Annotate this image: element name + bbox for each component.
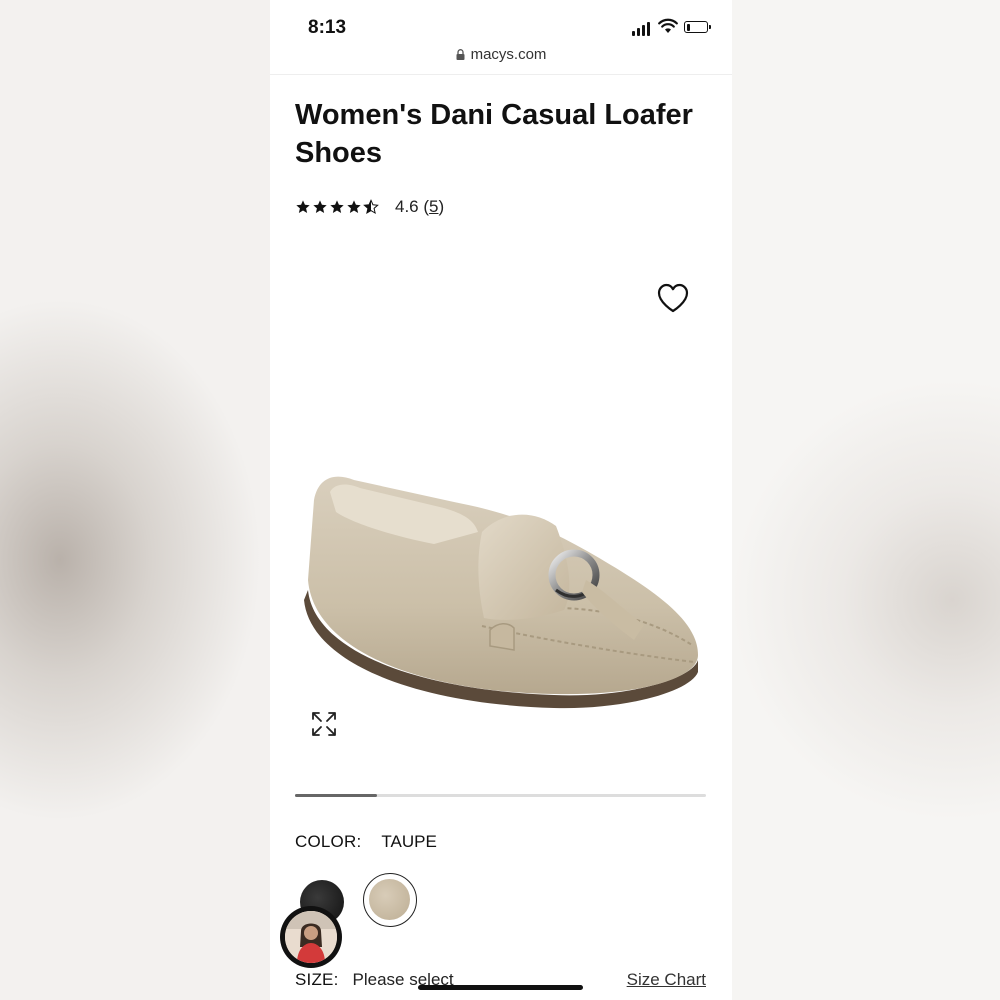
color-selector-heading: COLOR: TAUPE [295, 832, 437, 852]
heart-icon[interactable] [656, 282, 690, 314]
half-star-icon [363, 199, 379, 215]
status-time: 8:13 [308, 17, 347, 38]
color-swatch-taupe[interactable] [363, 873, 417, 927]
color-label: COLOR: [295, 832, 362, 851]
lock-icon [456, 49, 465, 60]
star-rating [295, 199, 379, 215]
url-text: macys.com [470, 46, 547, 63]
background-right [732, 0, 1000, 1000]
phone-screen: 8:13 macys.com Women's Dani Casual Loafe… [270, 0, 732, 1000]
battery-level [686, 23, 691, 31]
home-indicator[interactable] [418, 985, 583, 990]
star-icon [296, 200, 310, 213]
wifi-icon [658, 18, 678, 33]
color-swatch-taupe-fill [369, 879, 410, 920]
cellular-signal-icon [632, 22, 652, 36]
expand-icon[interactable] [310, 710, 338, 738]
review-count-link[interactable]: (5) [419, 197, 444, 217]
product-image[interactable] [294, 440, 708, 760]
rating-summary[interactable]: 4.6 (5) [295, 196, 444, 218]
avatar-photo [285, 911, 337, 963]
product-title: Women's Dani Casual Loafer Shoes [295, 99, 693, 169]
avatar[interactable] [280, 906, 342, 968]
size-label: SIZE: [295, 970, 339, 989]
star-icon [347, 200, 361, 213]
size-chart-link[interactable]: Size Chart [627, 970, 706, 990]
status-bar: 8:13 [270, 0, 732, 44]
address-bar[interactable]: macys.com [270, 46, 732, 70]
background-left [0, 0, 270, 1000]
header-divider [270, 74, 732, 75]
carousel-progress-bar [295, 794, 378, 797]
carousel-progress-track [295, 794, 706, 797]
star-icon [313, 200, 327, 213]
size-selector[interactable]: SIZE: Please select Size Chart [295, 970, 706, 994]
selected-color: TAUPE [381, 832, 437, 851]
star-icon [330, 200, 344, 213]
review-count: 5 [429, 197, 439, 216]
battery-icon [684, 21, 711, 33]
rating-value: 4.6 [395, 197, 419, 216]
